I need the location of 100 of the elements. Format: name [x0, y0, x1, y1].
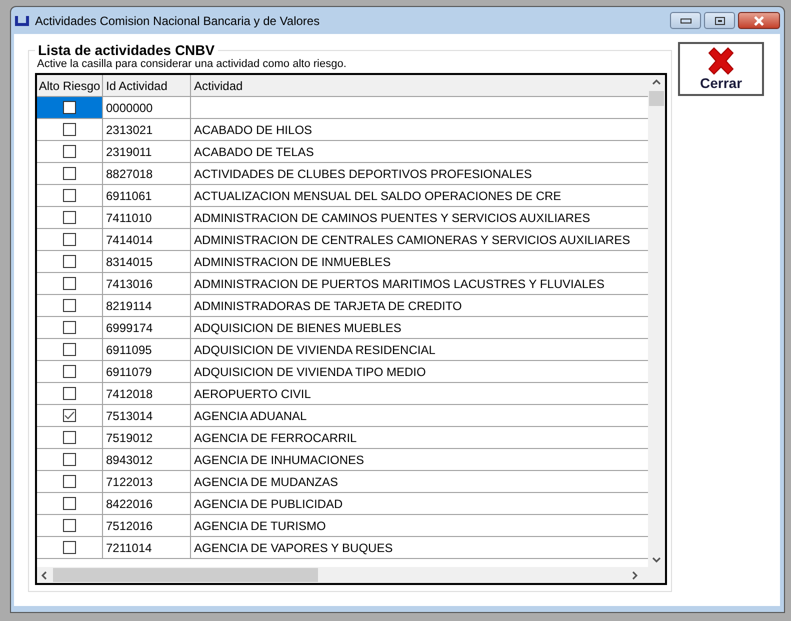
table-cell: 6911061 — [103, 185, 191, 207]
table-cell: ACTUALIZACION MENSUAL DEL SALDO OPERACIONES DE CRE — [191, 185, 648, 207]
checkbox-cell[interactable] — [37, 185, 103, 207]
table-cell: 8314015 — [103, 251, 191, 273]
app-icon — [14, 14, 30, 26]
checkbox[interactable] — [63, 497, 76, 510]
checkbox[interactable] — [63, 123, 76, 136]
table-cell: 8827018 — [103, 163, 191, 185]
close-button[interactable]: Cerrar — [678, 42, 764, 96]
table-cell: 7413016 — [103, 273, 191, 295]
table-cell: AGENCIA DE INHUMACIONES — [191, 449, 648, 471]
table-cell: ADQUISICION DE VIVIENDA TIPO MEDIO — [191, 361, 648, 383]
table-cell: AGENCIA DE TURISMO — [191, 515, 648, 537]
checkbox[interactable] — [63, 343, 76, 356]
checkbox-cell[interactable] — [37, 515, 103, 537]
table-cell: 6911095 — [103, 339, 191, 361]
close-icon — [753, 16, 765, 26]
checkbox-cell[interactable] — [37, 119, 103, 141]
checkbox[interactable] — [63, 453, 76, 466]
checkbox-cell[interactable] — [37, 229, 103, 251]
checkbox-cell[interactable] — [37, 273, 103, 295]
table-cell: 7211014 — [103, 537, 191, 559]
minimize-button[interactable] — [670, 12, 701, 29]
checkbox[interactable] — [63, 431, 76, 444]
checkbox-cell[interactable] — [37, 97, 103, 119]
table-cell: 7519012 — [103, 427, 191, 449]
maximize-button[interactable] — [704, 12, 735, 29]
table-cell: ACABADO DE TELAS — [191, 141, 648, 163]
checkbox-cell[interactable] — [37, 361, 103, 383]
checkbox[interactable] — [63, 541, 76, 554]
table-cell: AGENCIA DE MUDANZAS — [191, 471, 648, 493]
checkbox-cell[interactable] — [37, 251, 103, 273]
checkbox-cell[interactable] — [37, 163, 103, 185]
checkbox[interactable] — [63, 387, 76, 400]
checkbox[interactable] — [63, 101, 76, 114]
checkbox[interactable] — [63, 299, 76, 312]
checkbox-cell[interactable] — [37, 383, 103, 405]
checkbox[interactable] — [63, 189, 76, 202]
checkbox[interactable] — [63, 519, 76, 532]
table-cell: ADQUISICION DE VIVIENDA RESIDENCIAL — [191, 339, 648, 361]
checkbox-cell[interactable] — [37, 295, 103, 317]
window-title: Actividades Comision Nacional Bancaria y de Valores — [35, 14, 320, 28]
table-cell: AGENCIA DE VAPORES Y BUQUES — [191, 537, 648, 559]
table-cell: ADQUISICION DE BIENES MUEBLES — [191, 317, 648, 339]
checkbox[interactable] — [63, 277, 76, 290]
table-cell: 8943012 — [103, 449, 191, 471]
checkbox[interactable] — [63, 365, 76, 378]
table-cell: AEROPUERTO CIVIL — [191, 383, 648, 405]
checkbox[interactable] — [63, 475, 76, 488]
checkbox-cell[interactable] — [37, 339, 103, 361]
close-window-button[interactable] — [738, 12, 780, 29]
table-cell: 7122013 — [103, 471, 191, 493]
table-cell: 7414014 — [103, 229, 191, 251]
table-cell: ADMINISTRACION DE CAMINOS PUENTES Y SERVICIOS AUXILIARES — [191, 207, 648, 229]
table-cell: AGENCIA DE PUBLICIDAD — [191, 493, 648, 515]
column-header[interactable]: Id Actividad — [103, 75, 191, 97]
cross-icon — [706, 47, 736, 75]
checkbox-cell[interactable] — [37, 471, 103, 493]
scroll-down-icon[interactable] — [652, 557, 661, 563]
scroll-thumb[interactable] — [53, 568, 318, 582]
checkbox[interactable] — [63, 409, 76, 422]
checkbox[interactable] — [63, 167, 76, 180]
checkbox[interactable] — [63, 321, 76, 334]
table-cell: 7412018 — [103, 383, 191, 405]
table-cell: 2319011 — [103, 141, 191, 163]
checkbox-cell[interactable] — [37, 427, 103, 449]
checkbox[interactable] — [63, 145, 76, 158]
scroll-right-icon[interactable] — [632, 570, 638, 580]
checkbox-cell[interactable] — [37, 405, 103, 427]
table-cell: AGENCIA DE FERROCARRIL — [191, 427, 648, 449]
table-cell: 0000000 — [103, 97, 191, 119]
group-title: Lista de actividades CNBV — [37, 42, 216, 58]
scroll-up-icon[interactable] — [652, 79, 661, 85]
table-cell: ACABADO DE HILOS — [191, 119, 648, 141]
table-cell: 6999174 — [103, 317, 191, 339]
maximize-icon — [714, 16, 726, 26]
table-cell: ACTIVIDADES DE CLUBES DEPORTIVOS PROFESIONALES — [191, 163, 648, 185]
checkbox[interactable] — [63, 233, 76, 246]
table-cell: 7512016 — [103, 515, 191, 537]
checkbox-cell[interactable] — [37, 537, 103, 559]
column-header[interactable]: Actividad — [191, 75, 648, 97]
table-cell: ADMINISTRACION DE PUERTOS MARITIMOS LACUSTRES Y FLUVIALES — [191, 273, 648, 295]
checkbox-cell[interactable] — [37, 141, 103, 163]
scroll-left-icon[interactable] — [41, 570, 47, 580]
table-cell: 7411010 — [103, 207, 191, 229]
minimize-icon — [680, 18, 692, 24]
checkbox[interactable] — [63, 255, 76, 268]
table-cell: 6911079 — [103, 361, 191, 383]
checkbox-cell[interactable] — [37, 317, 103, 339]
table-cell: ADMINISTRADORAS DE TARJETA DE CREDITO — [191, 295, 648, 317]
table-cell: 8219114 — [103, 295, 191, 317]
checkbox-cell[interactable] — [37, 493, 103, 515]
table-cell: ADMINISTRACION DE INMUEBLES — [191, 251, 648, 273]
checkbox-cell[interactable] — [37, 449, 103, 471]
checkbox-cell[interactable] — [37, 207, 103, 229]
hint-text: Active la casilla para considerar una actividad como alto riesgo. — [37, 58, 348, 70]
scroll-thumb[interactable] — [649, 91, 664, 106]
table-cell: AGENCIA ADUANAL — [191, 405, 648, 427]
table-cell: 7513014 — [103, 405, 191, 427]
checkbox[interactable] — [63, 211, 76, 224]
